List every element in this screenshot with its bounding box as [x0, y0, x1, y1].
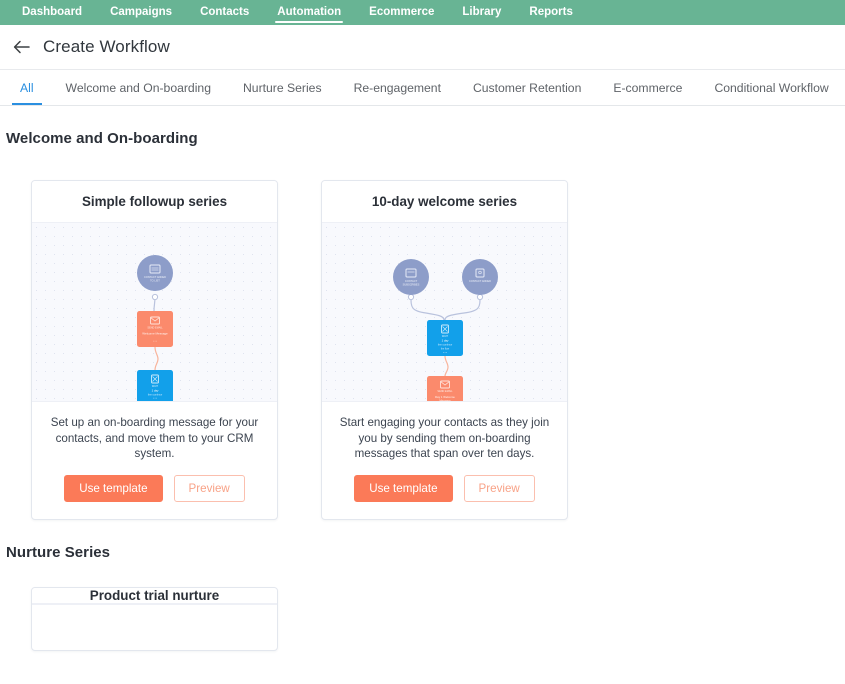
svg-text:TO LIST: TO LIST [150, 279, 160, 283]
svg-text:CONTACT ADDED: CONTACT ADDED [144, 275, 166, 279]
svg-text:• • •: • • • [153, 340, 157, 343]
svg-text:CONTACT: CONTACT [405, 279, 418, 283]
tab-re-engagement[interactable]: Re-engagement [338, 70, 457, 105]
svg-text:SUBSCRIBES: SUBSCRIBES [403, 283, 420, 287]
template-card-simple-followup-series[interactable]: Simple followup series CONTACT ADDED TO … [31, 180, 278, 520]
nav-item-dashboard[interactable]: Dashboard [8, 0, 96, 25]
workflow-diagram-preview [32, 602, 277, 605]
workflow-diagram-preview: CONTACT SUBSCRIBES CONTACT ADDED WAIT 1 … [322, 222, 567, 402]
nav-item-ecommerce[interactable]: Ecommerce [355, 0, 448, 25]
nav-item-contacts[interactable]: Contacts [186, 0, 263, 25]
template-card-10-day-welcome-series[interactable]: 10-day welcome series CONTACT SUBSCRIBES [321, 180, 568, 520]
category-tab-bar: All Welcome and On-boarding Nurture Seri… [0, 70, 845, 106]
tab-nurture-series[interactable]: Nurture Series [227, 70, 338, 105]
svg-text:then continue: then continue [148, 394, 163, 397]
nav-item-campaigns[interactable]: Campaigns [96, 0, 186, 25]
preview-button[interactable]: Preview [173, 474, 245, 502]
nav-item-reports[interactable]: Reports [515, 0, 586, 25]
svg-text:CONTACT ADDED: CONTACT ADDED [469, 279, 491, 283]
page-header: Create Workflow [0, 25, 845, 70]
arrow-left-icon[interactable] [8, 34, 34, 60]
template-card-product-trial-nurture[interactable]: Product trial nurture Use template Previ… [31, 586, 278, 651]
card-row-nurture-series: Product trial nurture Use template Previ… [0, 561, 845, 651]
section-title-welcome-and-onboarding: Welcome and On-boarding [6, 130, 198, 147]
svg-text:• • •: • • • [443, 352, 447, 355]
preview-button[interactable]: Preview [463, 474, 535, 502]
card-title: 10-day welcome series [322, 181, 567, 222]
use-template-button[interactable]: Use template [64, 474, 163, 502]
nav-item-automation[interactable]: Automation [263, 0, 355, 25]
tab-welcome-and-onboarding[interactable]: Welcome and On-boarding [50, 70, 227, 105]
card-description: Set up an on-boarding message for your c… [50, 416, 259, 460]
section-title-nurture-series: Nurture Series [6, 543, 111, 561]
tab-all[interactable]: All [4, 70, 50, 105]
top-navigation-bar: Dashboard Campaigns Contacts Automation … [0, 0, 845, 25]
svg-text:SEND EMAIL: SEND EMAIL [437, 390, 453, 393]
tab-customer-retention[interactable]: Customer Retention [457, 70, 597, 105]
template-gallery: Welcome and On-boarding Simple followup … [0, 106, 845, 651]
card-title: Simple followup series [32, 181, 277, 222]
tab-conditional-workflow[interactable]: Conditional Workflow [698, 70, 844, 105]
card-title: Product trial nurture [32, 587, 277, 603]
svg-text:Message: Message [439, 399, 451, 402]
workflow-diagram-preview: CONTACT ADDED TO LIST SEND EMAIL Welcome… [32, 222, 277, 402]
page-title: Create Workflow [43, 37, 170, 56]
card-row-welcome-and-onboarding: Simple followup series CONTACT ADDED TO … [0, 147, 845, 520]
card-actions: Use template Preview [32, 462, 277, 519]
svg-text:1 day: 1 day [442, 339, 449, 343]
use-template-button[interactable]: Use template [354, 474, 453, 502]
svg-text:then continue: then continue [438, 344, 453, 347]
card-actions: Use template Preview [322, 462, 567, 519]
svg-text:the flow: the flow [441, 348, 450, 351]
svg-text:1 day: 1 day [152, 389, 159, 393]
svg-text:SEND EMAIL: SEND EMAIL [147, 327, 163, 330]
card-description [32, 605, 277, 650]
nav-item-library[interactable]: Library [448, 0, 515, 25]
tab-e-commerce[interactable]: E-commerce [597, 70, 698, 105]
svg-text:• • •: • • • [153, 397, 157, 400]
svg-text:Welcome Message: Welcome Message [142, 332, 168, 336]
card-description: Start engaging your contacts as they joi… [339, 416, 550, 460]
